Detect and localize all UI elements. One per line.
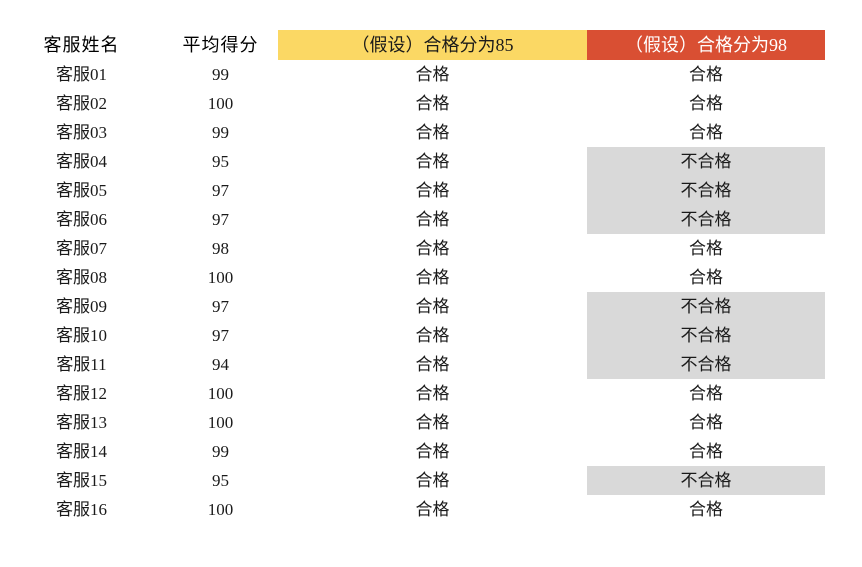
cell-agent-name: 客服06: [56, 210, 107, 229]
cell-average-score: 99: [212, 442, 229, 461]
cell-result-85: 合格: [415, 268, 450, 287]
cell-average-score: 100: [207, 94, 234, 113]
cell-average-score: 100: [207, 384, 234, 403]
table-header-row: 客服姓名 平均得分 （假设）合格分为85 （假设）合格分为98: [0, 30, 825, 60]
column-header-agent-name: 客服姓名: [0, 30, 163, 60]
cell-agent-name: 客服01: [56, 65, 107, 84]
cell-result-98: 合格: [689, 500, 723, 519]
cell-result-98: 合格: [689, 413, 723, 432]
table-row: 客服12 100 合格 合格: [0, 379, 825, 408]
table-row: 客服01 99 合格 合格: [0, 60, 825, 89]
table-row: 客服15 95 合格 不合格: [0, 466, 825, 495]
table-row: 客服08 100 合格 合格: [0, 263, 825, 292]
cell-agent-name: 客服11: [56, 355, 107, 374]
cell-result-85: 合格: [415, 94, 450, 113]
cell-average-score: 98: [212, 239, 229, 258]
cell-result-85: 合格: [415, 413, 450, 432]
cell-result-85: 合格: [415, 210, 450, 229]
cell-agent-name: 客服03: [56, 123, 107, 142]
cell-agent-name: 客服14: [56, 442, 107, 461]
spreadsheet-canvas: 客服姓名 平均得分 （假设）合格分为85 （假设）合格分为98 客服01 99 合格…: [0, 0, 862, 567]
cell-agent-name: 客服07: [56, 239, 107, 258]
table-body: 客服01 99 合格 合格 客服02 100 合格 合格 客服03 99 合格 合格 客服04 95 合格不…: [0, 60, 825, 524]
cell-result-98: 合格: [689, 268, 723, 287]
table-row: 客服04 95 合格 不合格: [0, 147, 825, 176]
cell-average-score: 97: [212, 326, 229, 345]
cell-agent-name: 客服02: [56, 94, 107, 113]
table-row: 客服06 97 合格 不合格: [0, 205, 825, 234]
cell-result-85: 合格: [415, 65, 450, 84]
cell-result-98: 合格: [689, 94, 723, 113]
cell-result-85: 合格: [415, 181, 450, 200]
cell-result-85: 合格: [415, 239, 450, 258]
cell-result-98: 不合格: [587, 176, 825, 205]
cell-average-score: 99: [212, 65, 229, 84]
cell-result-85: 合格: [415, 355, 450, 374]
cell-average-score: 97: [212, 297, 229, 316]
cell-result-98: 不合格: [587, 292, 825, 321]
table-row: 客服05 97 合格 不合格: [0, 176, 825, 205]
cell-result-98: 不合格: [587, 350, 825, 379]
cell-result-98: 合格: [689, 123, 723, 142]
cell-result-98: 不合格: [587, 466, 825, 495]
cell-average-score: 97: [212, 210, 229, 229]
cell-agent-name: 客服16: [56, 500, 107, 519]
cell-result-85: 合格: [415, 500, 450, 519]
cell-agent-name: 客服12: [56, 384, 107, 403]
table-row: 客服02 100 合格 合格: [0, 89, 825, 118]
cell-agent-name: 客服10: [56, 326, 107, 345]
cell-agent-name: 客服08: [56, 268, 107, 287]
cell-result-85: 合格: [415, 442, 450, 461]
table-row: 客服07 98 合格 合格: [0, 234, 825, 263]
table-row: 客服14 99 合格 合格: [0, 437, 825, 466]
cell-result-98: 不合格: [587, 205, 825, 234]
cell-result-98: 合格: [689, 442, 723, 461]
cell-agent-name: 客服04: [56, 152, 107, 171]
cell-result-85: 合格: [415, 152, 450, 171]
results-table: 客服姓名 平均得分 （假设）合格分为85 （假设）合格分为98 客服01 99 合格…: [0, 30, 825, 524]
table-row: 客服11 94 合格 不合格: [0, 350, 825, 379]
cell-result-98: 合格: [689, 384, 723, 403]
cell-result-85: 合格: [415, 471, 450, 490]
cell-average-score: 100: [207, 500, 234, 519]
table-row: 客服10 97 合格 不合格: [0, 321, 825, 350]
cell-agent-name: 客服13: [56, 413, 107, 432]
cell-average-score: 97: [212, 181, 229, 200]
cell-result-98: 不合格: [587, 147, 825, 176]
cell-result-85: 合格: [415, 326, 450, 345]
cell-average-score: 100: [207, 268, 234, 287]
cell-average-score: 94: [212, 355, 229, 374]
table-row: 客服13 100 合格 合格: [0, 408, 825, 437]
cell-result-85: 合格: [415, 384, 450, 403]
cell-result-85: 合格: [415, 297, 450, 316]
cell-result-98: 合格: [689, 239, 723, 258]
cell-agent-name: 客服05: [56, 181, 107, 200]
column-header-threshold-85: （假设）合格分为85: [278, 30, 587, 60]
cell-agent-name: 客服09: [56, 297, 107, 316]
cell-average-score: 99: [212, 123, 229, 142]
column-header-average-score: 平均得分: [163, 30, 278, 60]
table-row: 客服09 97 合格 不合格: [0, 292, 825, 321]
cell-agent-name: 客服15: [56, 471, 107, 490]
cell-result-98: 合格: [689, 65, 723, 84]
column-header-threshold-98: （假设）合格分为98: [587, 30, 825, 60]
cell-average-score: 100: [207, 413, 234, 432]
cell-average-score: 95: [212, 471, 229, 490]
table-row: 客服16 100 合格 合格: [0, 495, 825, 524]
table-row: 客服03 99 合格 合格: [0, 118, 825, 147]
cell-average-score: 95: [212, 152, 229, 171]
cell-result-98: 不合格: [587, 321, 825, 350]
cell-result-85: 合格: [415, 123, 450, 142]
